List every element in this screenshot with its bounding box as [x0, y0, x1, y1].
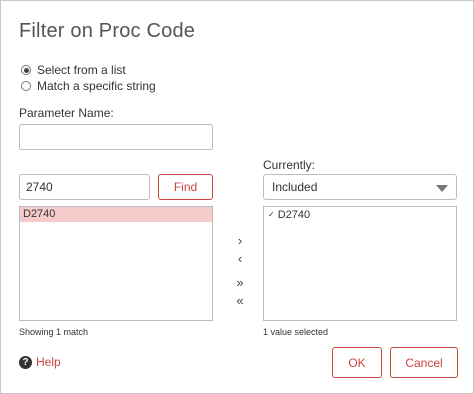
- move-right-icon[interactable]: ›: [232, 234, 248, 248]
- match-count-text: Showing 1 match: [19, 327, 89, 337]
- radio-button-selected[interactable]: [21, 65, 31, 75]
- find-button[interactable]: Find: [158, 174, 213, 200]
- radio-button[interactable]: [21, 81, 31, 91]
- currently-label: Currently:: [263, 158, 316, 172]
- move-all-left-icon[interactable]: «: [232, 294, 248, 308]
- move-left-icon[interactable]: ‹: [232, 252, 248, 266]
- radio-select-from-list[interactable]: Select from a list: [21, 63, 126, 77]
- parameter-name-label: Parameter Name:: [19, 106, 114, 120]
- list-item-label: D2740: [277, 209, 311, 221]
- radio-match-specific-string[interactable]: Match a specific string: [21, 79, 156, 93]
- chevron-down-icon: [436, 185, 448, 192]
- help-label: Help: [36, 355, 61, 369]
- dialog-title: Filter on Proc Code: [19, 20, 196, 42]
- cancel-button[interactable]: Cancel: [390, 347, 458, 378]
- move-all-right-icon[interactable]: »: [232, 276, 248, 290]
- selected-count-text: 1 value selected: [263, 327, 329, 337]
- results-list[interactable]: D2740: [19, 206, 213, 321]
- ok-button[interactable]: OK: [332, 347, 382, 378]
- radio-label: Match a specific string: [37, 79, 156, 93]
- inclusion-select[interactable]: Included: [263, 174, 457, 200]
- check-icon: ✓: [268, 210, 275, 219]
- filter-dialog: Filter on Proc Code Select from a list M…: [0, 0, 474, 394]
- current-values-list[interactable]: ✓ D2740: [263, 206, 457, 321]
- help-icon: ?: [19, 355, 32, 369]
- list-item[interactable]: ✓ D2740: [264, 207, 456, 222]
- inclusion-select-value: Included: [272, 180, 318, 194]
- search-input[interactable]: [19, 174, 150, 200]
- list-item[interactable]: D2740: [20, 207, 212, 222]
- radio-label: Select from a list: [37, 63, 126, 77]
- help-link[interactable]: ? Help: [19, 355, 61, 369]
- parameter-name-input[interactable]: [19, 124, 213, 150]
